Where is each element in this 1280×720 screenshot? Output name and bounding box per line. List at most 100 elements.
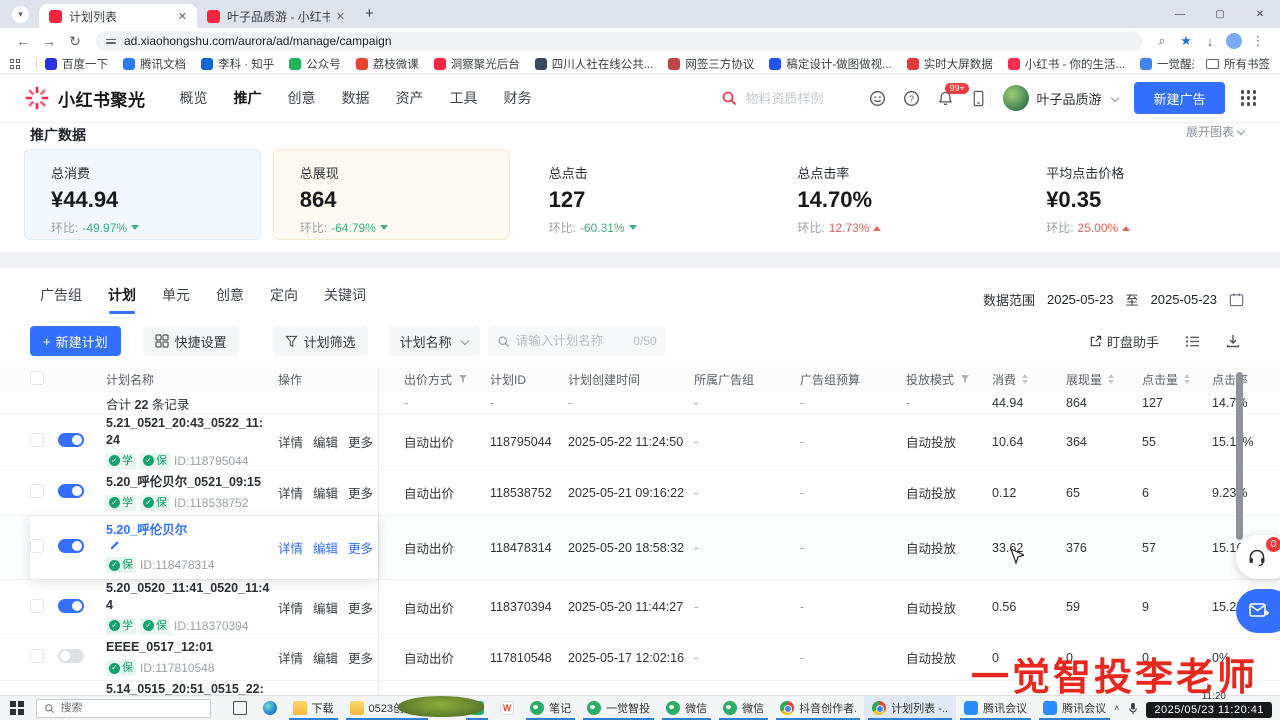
bookmark-item[interactable]: 小红书 - 你的生活... — [1008, 56, 1125, 72]
smiley-icon[interactable] — [869, 90, 886, 107]
op-edit-link[interactable]: 编辑 — [313, 648, 338, 667]
row-toggle[interactable] — [58, 599, 84, 613]
search-field-dropdown[interactable]: 计划名称 — [388, 326, 480, 356]
section-tab[interactable]: 定向 — [270, 285, 298, 314]
back-button[interactable]: ← — [10, 33, 36, 49]
column-header[interactable]: 点击率 — [1212, 371, 1258, 388]
bookmark-item[interactable]: 网签三方协议 — [668, 56, 754, 72]
row-checkbox[interactable] — [30, 539, 44, 553]
section-tab[interactable]: 关键词 — [324, 285, 366, 314]
bookmark-item[interactable]: 百度一下 — [45, 56, 108, 72]
window-minimize-button[interactable]: — — [1160, 9, 1200, 20]
bookmark-item[interactable]: 四川人社在线公共... — [535, 56, 654, 72]
logo[interactable]: 小红书聚光 — [24, 85, 146, 111]
new-tab-button[interactable]: + — [365, 5, 374, 22]
address-bar[interactable]: ad.xiaohongshu.com/aurora/ad/manage/camp… — [96, 31, 1142, 51]
bookmark-star-icon[interactable]: ★ — [1174, 33, 1198, 49]
sort-icon[interactable] — [1022, 371, 1028, 387]
plan-name[interactable]: EEEE_0517_12:01 — [106, 639, 270, 656]
row-checkbox[interactable] — [30, 433, 44, 447]
tab-search-icon[interactable]: ▾ — [12, 6, 29, 23]
nav-item[interactable]: 资产 — [396, 88, 424, 108]
section-tab[interactable]: 广告组 — [40, 285, 82, 314]
microphone-icon[interactable] — [1128, 702, 1138, 715]
date-to[interactable]: 2025-05-23 — [1151, 292, 1218, 307]
site-settings-icon[interactable] — [106, 39, 116, 44]
sort-icon[interactable] — [1108, 371, 1114, 387]
plan-name[interactable]: 5.20_0520_11:41_0520_11:44 — [106, 580, 270, 614]
nav-item[interactable]: 数据 — [342, 88, 370, 108]
bookmark-item[interactable]: 腾讯文档 — [123, 56, 186, 72]
new-plan-button[interactable]: +新建计划 — [30, 326, 121, 356]
browser-profile-avatar[interactable] — [1226, 33, 1242, 49]
op-more-link[interactable]: 更多 — [348, 648, 373, 667]
op-detail-link[interactable]: 详情 — [278, 432, 303, 451]
row-toggle[interactable] — [58, 484, 84, 498]
tab-close-icon[interactable]: ✕ — [336, 10, 345, 23]
edit-name-icon[interactable] — [109, 540, 120, 551]
date-from[interactable]: 2025-05-23 — [1047, 292, 1114, 307]
taskbar-app[interactable]: 下载 — [285, 696, 342, 720]
tray-expand-icon[interactable]: ˄ — [1114, 703, 1119, 713]
op-edit-link[interactable]: 编辑 — [313, 538, 338, 557]
plan-search[interactable]: 0/50 — [488, 326, 666, 356]
taskbar-app[interactable]: 计划列表 -... — [864, 696, 956, 720]
column-settings-icon[interactable] — [1185, 335, 1200, 348]
support-float-button[interactable]: 0 — [1236, 535, 1280, 579]
apps-launcher-icon[interactable] — [1241, 90, 1257, 106]
taskbar-app[interactable]: 微信 — [658, 696, 715, 720]
row-checkbox[interactable] — [30, 599, 44, 613]
op-more-link[interactable]: 更多 — [348, 483, 373, 502]
nav-item[interactable]: 推广 — [234, 88, 262, 108]
op-edit-link[interactable]: 编辑 — [313, 598, 338, 617]
row-toggle[interactable] — [58, 433, 84, 447]
plan-name[interactable]: 5.20_呼伦贝尔 — [106, 522, 270, 539]
window-close-button[interactable]: ✕ — [1240, 9, 1280, 20]
calendar-icon[interactable] — [1229, 292, 1244, 307]
taskbar-app[interactable] — [225, 696, 255, 720]
watch-assistant-button[interactable]: 盯盘助手 — [1089, 332, 1159, 351]
taskbar-app[interactable]: 笔记 — [522, 696, 579, 720]
bookmark-item[interactable]: 一觉醒来智慧运营v... — [1140, 56, 1194, 72]
plan-filter-button[interactable]: 计划筛选 — [273, 326, 368, 356]
browser-tab-active[interactable]: 计划列表 ✕ — [39, 4, 197, 28]
new-ad-button[interactable]: 新建广告 — [1134, 82, 1224, 114]
bookmark-item[interactable]: 稿定设计-做图做视... — [769, 56, 891, 72]
bookmark-item[interactable]: 荔枝微课 — [356, 56, 419, 72]
downloads-icon[interactable]: ↓ — [1198, 34, 1222, 49]
taskbar-search-input[interactable] — [61, 702, 203, 714]
browser-tab[interactable]: 叶子品质游 - 小红书搜索 ✕ — [197, 4, 355, 28]
bookmark-item[interactable]: 李科 · 知乎 — [201, 56, 274, 72]
taskbar-app[interactable]: 微信 — [715, 696, 772, 720]
filter-icon[interactable] — [458, 374, 468, 384]
bookmark-item[interactable]: 实时大屏数据 — [907, 56, 993, 72]
taskbar-app[interactable]: 一觉智投 — [579, 696, 658, 720]
expand-chart-button[interactable]: 展开图表 — [1186, 123, 1244, 140]
filter-icon[interactable] — [960, 374, 970, 384]
zoom-search-icon[interactable]: ⌕ — [1150, 33, 1174, 49]
nav-item[interactable]: 财务 — [504, 88, 532, 108]
select-all-checkbox[interactable] — [30, 371, 44, 385]
taskbar-app[interactable] — [492, 696, 522, 720]
header-search[interactable] — [721, 90, 855, 106]
op-more-link[interactable]: 更多 — [348, 538, 373, 557]
op-detail-link[interactable]: 详情 — [278, 538, 303, 557]
section-tab[interactable]: 计划 — [108, 285, 136, 314]
mobile-icon[interactable] — [971, 90, 986, 107]
op-detail-link[interactable]: 详情 — [278, 598, 303, 617]
column-header[interactable]: 计划名称 — [106, 371, 278, 388]
plan-search-input[interactable] — [516, 334, 628, 348]
taskbar-search[interactable] — [36, 699, 211, 718]
op-edit-link[interactable]: 编辑 — [313, 432, 338, 451]
nav-item[interactable]: 工具 — [450, 88, 478, 108]
all-bookmarks-button[interactable]: 所有书签 — [1194, 56, 1270, 72]
plan-name[interactable]: 5.21_0521_20:43_0522_11:24 — [106, 415, 270, 449]
section-tab[interactable]: 单元 — [162, 285, 190, 314]
apps-grid-icon[interactable] — [10, 59, 20, 69]
op-edit-link[interactable]: 编辑 — [313, 483, 338, 502]
plan-name[interactable]: 5.20_呼伦贝尔_0521_09:15 — [106, 474, 270, 491]
bookmark-item[interactable]: 公众号 — [289, 56, 341, 72]
help-icon[interactable]: ? — [903, 90, 920, 107]
sort-icon[interactable] — [1184, 371, 1190, 387]
row-checkbox[interactable] — [30, 484, 44, 498]
